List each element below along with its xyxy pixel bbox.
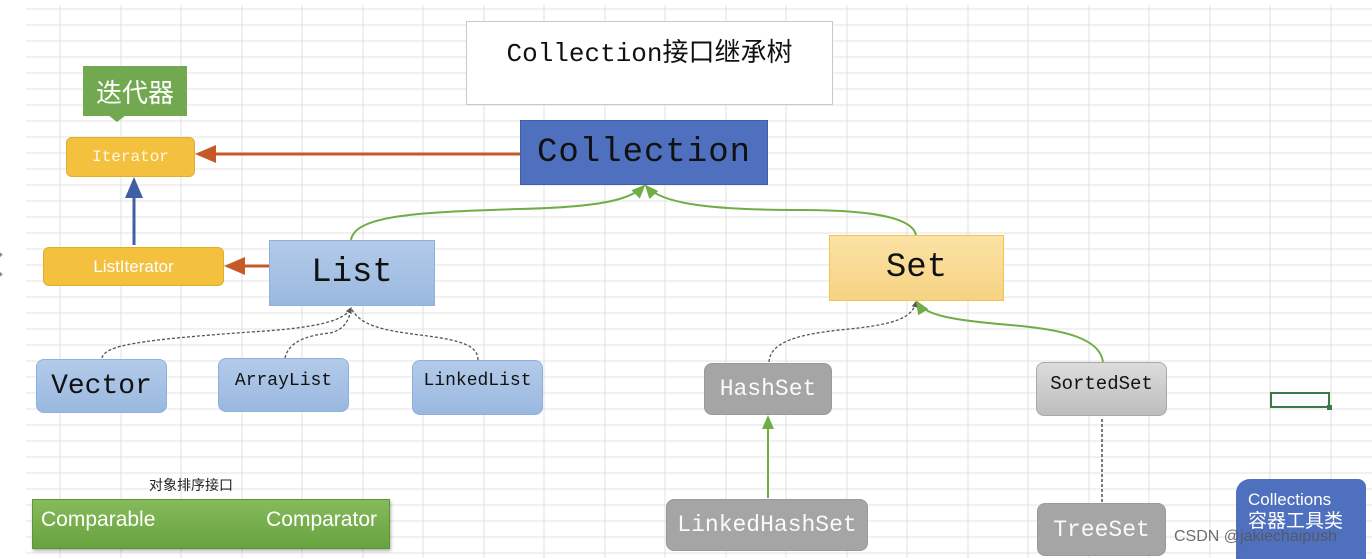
- tools-title: Collections: [1248, 490, 1332, 509]
- node-listiterator: ListIterator: [43, 247, 224, 286]
- sorting-caption: 对象排序接口: [149, 477, 233, 493]
- sorting-interfaces-bar: Comparable Comparator: [32, 499, 390, 549]
- node-linkedhashset: LinkedHashSet: [666, 499, 868, 551]
- selected-cell[interactable]: [1270, 392, 1330, 408]
- node-treeset: TreeSet: [1037, 503, 1166, 556]
- node-hashset: HashSet: [704, 363, 832, 415]
- node-sortedset: SortedSet: [1036, 362, 1167, 416]
- node-linkedlist: LinkedList: [412, 360, 543, 415]
- node-list: List: [269, 240, 435, 306]
- diagram-title: Collection接口继承树: [466, 21, 833, 105]
- collections-tools-box: Collections 容器工具类: [1236, 479, 1366, 559]
- iterator-callout: 迭代器: [83, 66, 187, 116]
- node-arraylist: ArrayList: [218, 358, 349, 412]
- node-vector: Vector: [36, 359, 167, 413]
- callout-pointer: [108, 115, 126, 122]
- node-collection: Collection: [520, 120, 768, 185]
- node-set: Set: [829, 235, 1004, 301]
- node-iterator: Iterator: [66, 137, 195, 177]
- comparable-label: Comparable: [41, 508, 156, 531]
- comparator-label: Comparator: [266, 508, 377, 531]
- watermark: CSDN @jakiechaipush: [1174, 528, 1337, 545]
- fill-handle[interactable]: [1327, 405, 1332, 410]
